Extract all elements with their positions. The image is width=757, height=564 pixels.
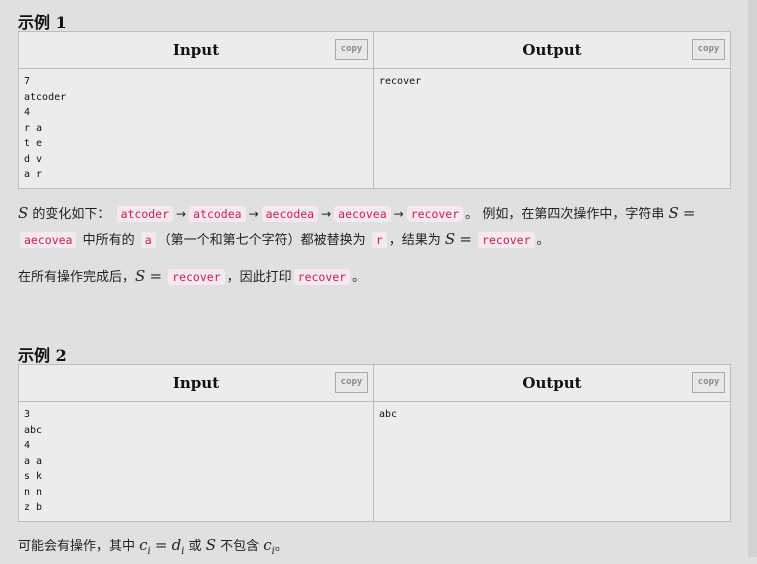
- example-1-output-text[interactable]: recover: [373, 68, 731, 189]
- example-2-output-text[interactable]: abc: [373, 401, 731, 522]
- math-var-d: d: [171, 536, 182, 554]
- explanation-2: 在所有操作完成后，S = recover ，因此打印 recover。: [18, 264, 733, 290]
- arrow-icon: →: [393, 207, 404, 221]
- explanation-1-example-text: 例如，在第四次操作中，字符串: [482, 207, 665, 222]
- math-c-i: ci: [263, 536, 275, 557]
- math-c-i: ci: [139, 536, 151, 557]
- example-2-input-copy-button[interactable]: copy: [335, 372, 368, 393]
- explanation-2-print-text: ，因此打印: [226, 270, 292, 285]
- math-sub-i: i: [147, 546, 151, 557]
- example-1-input-header-label: Input: [172, 41, 220, 59]
- explanation-1-intro: 的变化如下：: [28, 207, 111, 222]
- code-step-2: atcodea: [189, 206, 246, 222]
- example-1-input-header: Input copy: [18, 31, 374, 69]
- arrow-icon: →: [321, 207, 332, 221]
- code-final-recover: recover: [168, 269, 225, 285]
- arrow-icon: →: [176, 207, 187, 221]
- example-2-output-header-label: Output: [522, 374, 582, 392]
- math-d-i: di: [171, 536, 185, 557]
- math-equals: =: [149, 267, 163, 285]
- math-var-S: S: [668, 204, 679, 222]
- explanation-3: 可能会有操作，其中 ci = di 或 S 不包含 ci。: [18, 533, 733, 564]
- code-step-1: atcoder: [116, 206, 174, 222]
- example-1-output-copy-button[interactable]: copy: [692, 39, 725, 60]
- math-equals: =: [682, 204, 696, 222]
- code-r: r: [371, 232, 387, 248]
- math-var-c: c: [263, 536, 272, 554]
- example-2-input-header: Input copy: [18, 364, 374, 402]
- code-recover: recover: [478, 232, 535, 248]
- example-2-output-header: Output copy: [373, 364, 731, 402]
- math-equals: =: [154, 536, 168, 554]
- example-2-input-header-label: Input: [172, 374, 220, 392]
- example-1-output-header: Output copy: [373, 31, 731, 69]
- explanation-1-all-text: 中所有的: [78, 233, 139, 248]
- explanation-2-after-text: 在所有操作完成后，: [18, 270, 136, 285]
- example-1-input-copy-button[interactable]: copy: [335, 39, 368, 60]
- example-1-input-text[interactable]: 7 atcoder 4 r a t e d v a r: [18, 68, 374, 189]
- example-2-input-text[interactable]: 3 abc 4 a a s k n n z b: [18, 401, 374, 522]
- code-print-recover: recover: [293, 269, 351, 285]
- code-step-5: recover: [406, 206, 464, 222]
- explanation-3-may-text: 可能会有操作，其中: [18, 539, 140, 554]
- explanation-1-period: 。: [465, 207, 479, 222]
- math-var-S: S: [444, 230, 456, 248]
- example-2-io-table: Input copy Output copy 3 abc 4 a a s k n…: [18, 364, 731, 522]
- example-2-output-copy-button[interactable]: copy: [692, 372, 725, 393]
- math-var-c: c: [139, 536, 148, 554]
- code-aecovea: aecovea: [20, 232, 77, 248]
- explanation-3-end: 。: [274, 539, 288, 554]
- explanation-3-or-text: 或: [184, 539, 206, 554]
- code-step-4: aecovea: [334, 206, 391, 222]
- math-var-S: S: [135, 267, 146, 285]
- page-scrollbar-track[interactable]: [748, 0, 757, 557]
- math-var-S: S: [18, 204, 29, 222]
- example-1-output-header-label: Output: [522, 41, 582, 59]
- explanation-2-end: 。: [352, 270, 366, 285]
- code-step-3: aecodea: [261, 206, 319, 222]
- explanation-1-end: 。: [536, 233, 550, 248]
- code-a: a: [140, 232, 156, 248]
- explanation-1: S 的变化如下： atcoder → atcodea → aecodea → aecovea…: [18, 201, 733, 253]
- explanation-1-result-text: ，结果为: [388, 233, 441, 248]
- example-1-title: 示例 1: [18, 13, 67, 32]
- explanation-1-replaced-text: （第一个和第七个字符）都被替换为: [157, 233, 366, 248]
- example-2-title: 示例 2: [18, 346, 67, 365]
- arrow-icon: →: [248, 207, 259, 221]
- math-equals: =: [459, 230, 472, 248]
- example-1-io-table: Input copy Output copy 7 atcoder 4 r a t…: [18, 31, 731, 189]
- math-var-S: S: [205, 536, 216, 554]
- explanation-3-not-contain-text: 不包含: [215, 539, 264, 554]
